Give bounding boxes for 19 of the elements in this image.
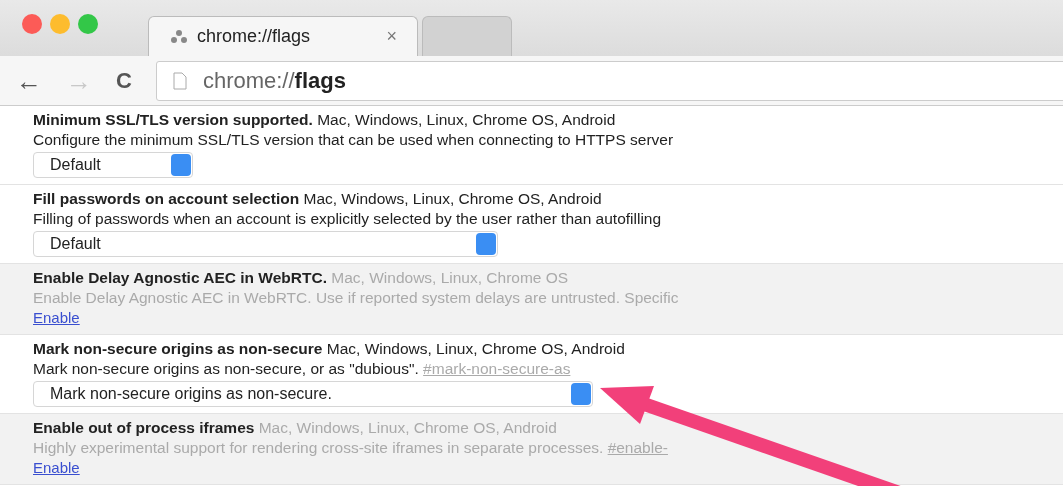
reload-button[interactable]: C [116, 69, 132, 92]
experiment-heading: Fill passwords on account selection Mac, Windows, Linux, Chrome OS, Android [33, 189, 603, 209]
experiment-description: Enable Delay Agnostic AEC in WebRTC. Use if reported system delays are untrusted. Specific [33, 288, 680, 308]
experiment-description: Mark non-secure origins as non-secure, or as "dubious". #mark-non-secure-as [33, 359, 572, 379]
back-button[interactable]: ← [16, 67, 42, 94]
address-bar[interactable]: chrome://flags [155, 60, 1063, 101]
experiment-heading: Mark non-secure origins as non-secure Mac, Windows, Linux, Chrome OS, Android [33, 339, 626, 359]
select-dropdown[interactable]: Mark non-secure origins as non-secure. [33, 381, 593, 407]
experiment-description: Filling of passwords when an account is explicitly selected by the user rather than autofilling [33, 209, 663, 229]
experiment-heading: Enable out of process iframes Mac, Windows, Linux, Chrome OS, Android [33, 418, 558, 438]
experiment-heading: Enable Delay Agnostic AEC in WebRTC. Mac, Windows, Linux, Chrome OS [33, 268, 570, 288]
browser-tab[interactable]: chrome://flags × [148, 16, 418, 56]
close-button[interactable]: × [386, 23, 397, 50]
experiment-heading: Minimum SSL/TLS version supported. Mac, Windows, Linux, Chrome OS, Android [33, 110, 617, 130]
experiment-description: Configure the minimum SSL/TLS version that can be used when connecting to HTTPS server [33, 130, 675, 150]
experiment-description: Highly experimental support for rendering cross-site iframes in separate processes. #enable- [33, 438, 669, 458]
url-text: chrome://flags [202, 67, 346, 95]
select-dropdown[interactable]: Default [33, 231, 498, 257]
select-dropdown[interactable]: Default [33, 152, 193, 178]
